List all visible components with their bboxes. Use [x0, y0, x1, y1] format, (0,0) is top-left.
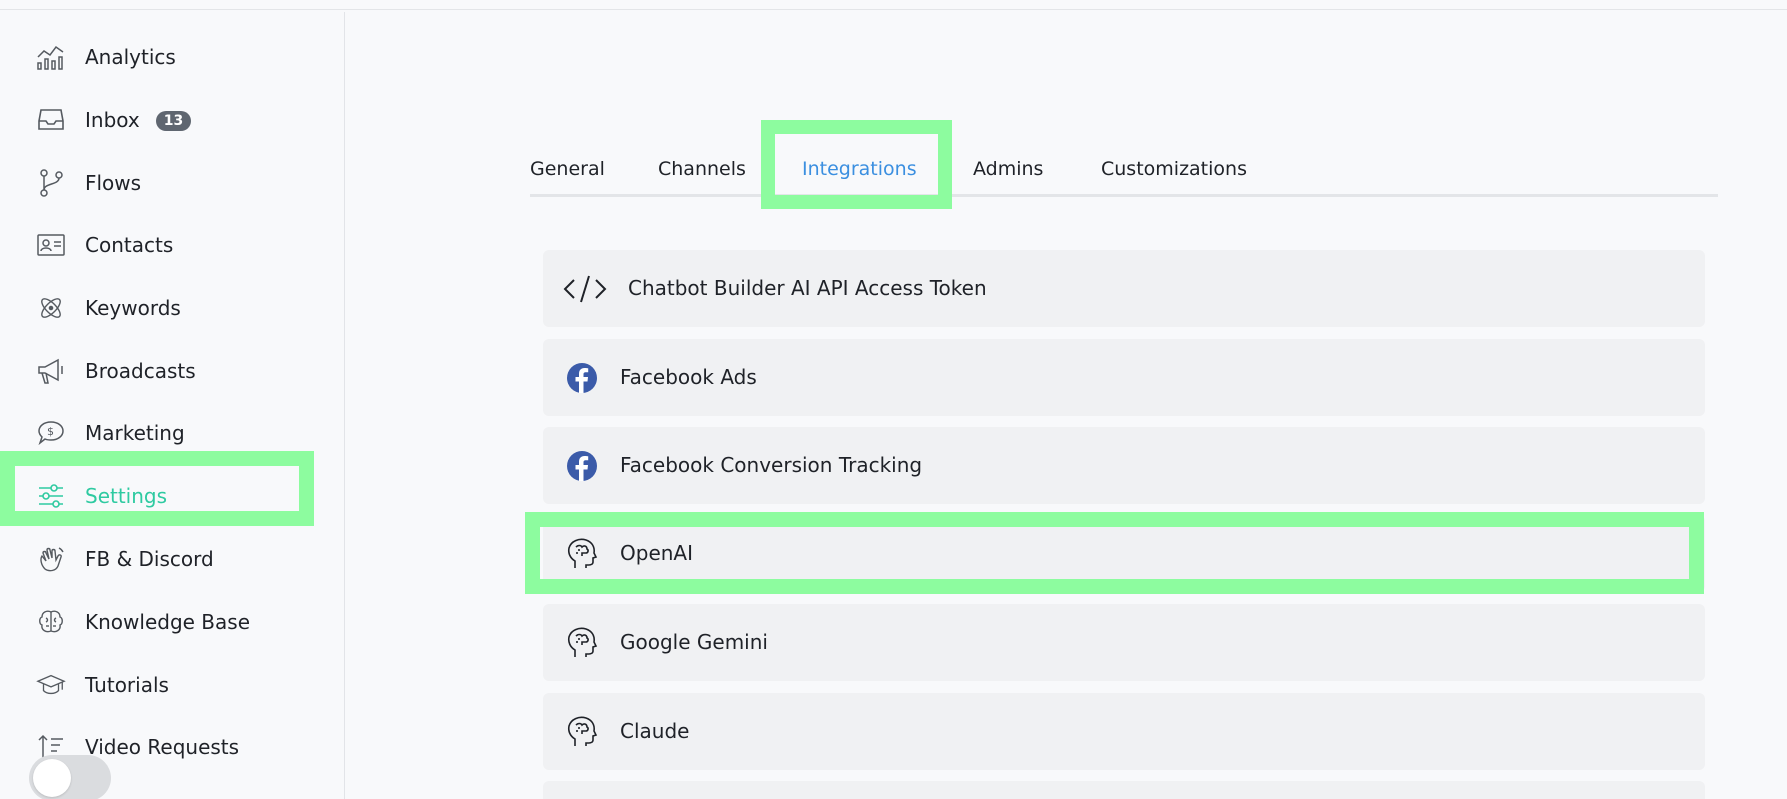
tab-general[interactable]: General — [530, 158, 605, 180]
toggle-knob — [33, 759, 71, 797]
sidebar-item-label: Analytics — [85, 45, 176, 69]
sidebar-item-fb-discord[interactable]: FB & Discord — [8, 537, 308, 581]
top-divider — [0, 9, 1787, 10]
hand-wave-icon — [36, 544, 66, 574]
sidebar-item-label: Marketing — [85, 421, 185, 445]
sidebar-item-label: Video Requests — [85, 735, 240, 759]
sidebar-item-analytics[interactable]: Analytics — [8, 35, 308, 79]
sidebar-item-label: Flows — [85, 171, 142, 195]
megaphone-icon — [36, 356, 66, 386]
sidebar-item-label: Settings — [85, 484, 168, 508]
unread-count-badge: 13 — [155, 110, 192, 131]
facebook-icon — [563, 447, 601, 485]
sidebar-item-contacts[interactable]: Contacts — [8, 223, 308, 267]
brain-icon — [36, 607, 66, 637]
sidebar-item-knowledge-base[interactable]: Knowledge Base — [8, 600, 308, 644]
sidebar-item-label: Broadcasts — [85, 359, 196, 383]
integration-google-gemini[interactable]: Google Gemini — [543, 604, 1705, 681]
sidebar-item-label: FB & Discord — [85, 547, 214, 571]
tab-admins[interactable]: Admins — [973, 158, 1043, 180]
integration-label: Chatbot Builder AI API Access Token — [628, 276, 987, 300]
sidebar-item-keywords[interactable]: Keywords — [8, 286, 308, 330]
inbox-icon — [36, 105, 66, 135]
integration-label: OpenAI — [620, 541, 693, 565]
sidebar-item-label: Keywords — [85, 296, 181, 320]
sidebar-item-settings[interactable]: Settings — [8, 474, 308, 518]
tab-integrations[interactable]: Integrations — [802, 158, 917, 180]
sidebar-item-flows[interactable]: Flows — [8, 161, 308, 205]
sidebar-item-label: Knowledge Base — [85, 610, 250, 634]
flows-icon — [36, 168, 66, 198]
sidebar-item-label: Tutorials — [85, 673, 169, 697]
integration-label: Claude — [620, 719, 690, 743]
integration-label: Facebook Ads — [620, 365, 757, 389]
integration-claude[interactable]: Claude — [543, 693, 1705, 770]
integration-api-token[interactable]: Chatbot Builder AI API Access Token — [543, 250, 1705, 327]
sidebar-item-marketing[interactable]: $ Marketing — [8, 411, 308, 455]
integration-next-partial[interactable] — [543, 781, 1705, 799]
sliders-icon — [36, 481, 66, 511]
sidebar-item-tutorials[interactable]: Tutorials — [8, 663, 308, 707]
dollar-chat-icon: $ — [36, 418, 66, 448]
integration-facebook-ads[interactable]: Facebook Ads — [543, 339, 1705, 416]
tab-channels[interactable]: Channels — [658, 158, 746, 180]
sidebar-item-label: Contacts — [85, 233, 174, 257]
sidebar-item-broadcasts[interactable]: Broadcasts — [8, 349, 308, 393]
analytics-icon — [36, 42, 66, 72]
contacts-icon — [36, 230, 66, 260]
graduation-cap-icon — [36, 670, 66, 700]
sidebar: Analytics Inbox 13 Flows Contacts Keywor… — [8, 12, 345, 799]
facebook-icon — [563, 359, 601, 397]
theme-toggle[interactable] — [29, 755, 111, 799]
settings-tab-bar: General Channels Integrations Admins Cus… — [530, 150, 1718, 197]
svg-text:$: $ — [47, 425, 54, 438]
keywords-icon — [36, 293, 66, 323]
integration-label: Facebook Conversion Tracking — [620, 453, 923, 477]
sidebar-item-label: Inbox — [85, 108, 140, 132]
ai-head-icon — [563, 535, 601, 573]
integration-facebook-conversion-tracking[interactable]: Facebook Conversion Tracking — [543, 427, 1705, 504]
ai-head-icon — [563, 713, 601, 751]
integration-label: Google Gemini — [620, 630, 768, 654]
sidebar-item-inbox[interactable]: Inbox 13 — [8, 98, 308, 142]
tab-customizations[interactable]: Customizations — [1101, 158, 1247, 180]
integration-openai[interactable]: OpenAI — [543, 515, 1705, 592]
code-icon — [563, 270, 607, 308]
ai-head-icon — [563, 624, 601, 662]
